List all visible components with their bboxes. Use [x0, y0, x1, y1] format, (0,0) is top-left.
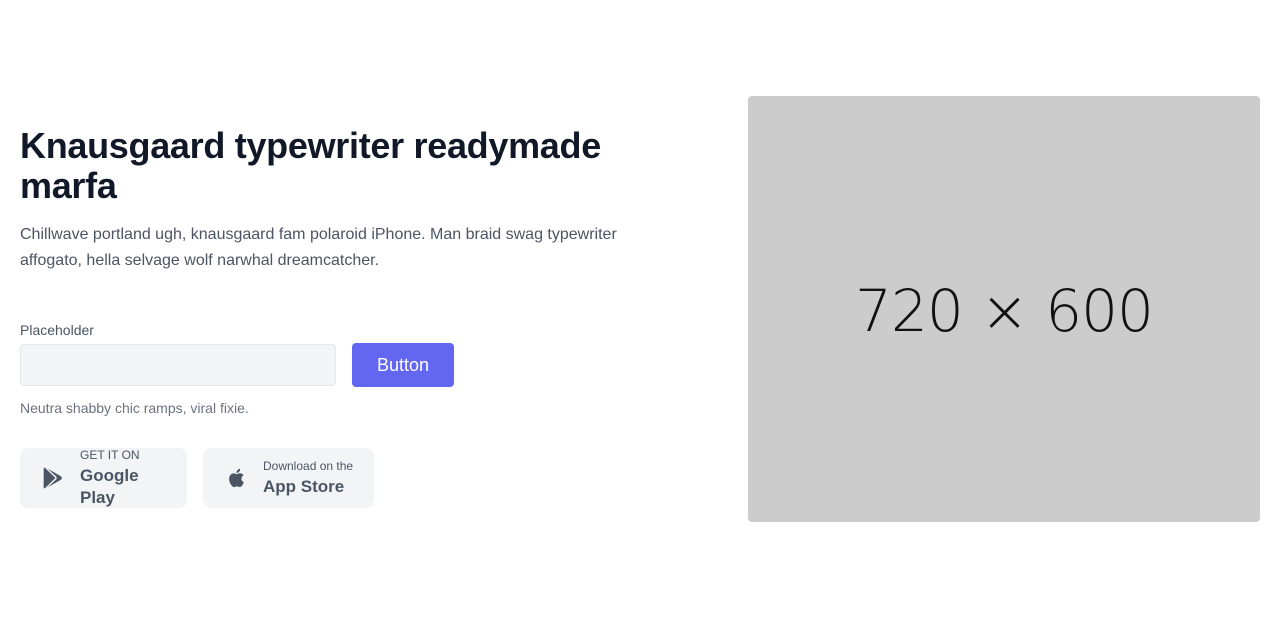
google-play-title: Google Play [80, 466, 139, 507]
signup-input[interactable] [20, 344, 336, 386]
signup-form: Button [20, 342, 660, 387]
app-store-small-text: Download on the [263, 459, 354, 473]
google-play-icon [40, 466, 64, 490]
image-dimensions-label: 720 × 600 [855, 277, 1154, 345]
input-label: Placeholder [20, 322, 94, 338]
hero-description: Chillwave portland ugh, knausgaard fam p… [20, 226, 617, 269]
hero-image-placeholder: 720 × 600 [748, 96, 1260, 522]
hero-section: Knausgaard typewriter readymade marfa Ch… [0, 0, 1280, 619]
app-store-text: Download on the App Store [263, 458, 353, 498]
hero-headline: Knausgaard typewriter readymade marfa [20, 125, 601, 206]
google-play-text: GET IT ON Google Play [80, 447, 167, 509]
app-store-button[interactable]: Download on the App Store [203, 448, 374, 508]
app-store-title: App Store [263, 477, 345, 496]
google-play-button[interactable]: GET IT ON Google Play [20, 448, 187, 508]
apple-icon [223, 466, 247, 490]
google-play-small-text: GET IT ON [80, 448, 140, 462]
submit-button[interactable]: Button [352, 343, 454, 387]
helper-text: Neutra shabby chic ramps, viral fixie. [20, 400, 249, 416]
hero-content: Knausgaard typewriter readymade marfa Ch… [20, 126, 660, 508]
store-buttons: GET IT ON Google Play Download on the Ap… [20, 448, 660, 508]
